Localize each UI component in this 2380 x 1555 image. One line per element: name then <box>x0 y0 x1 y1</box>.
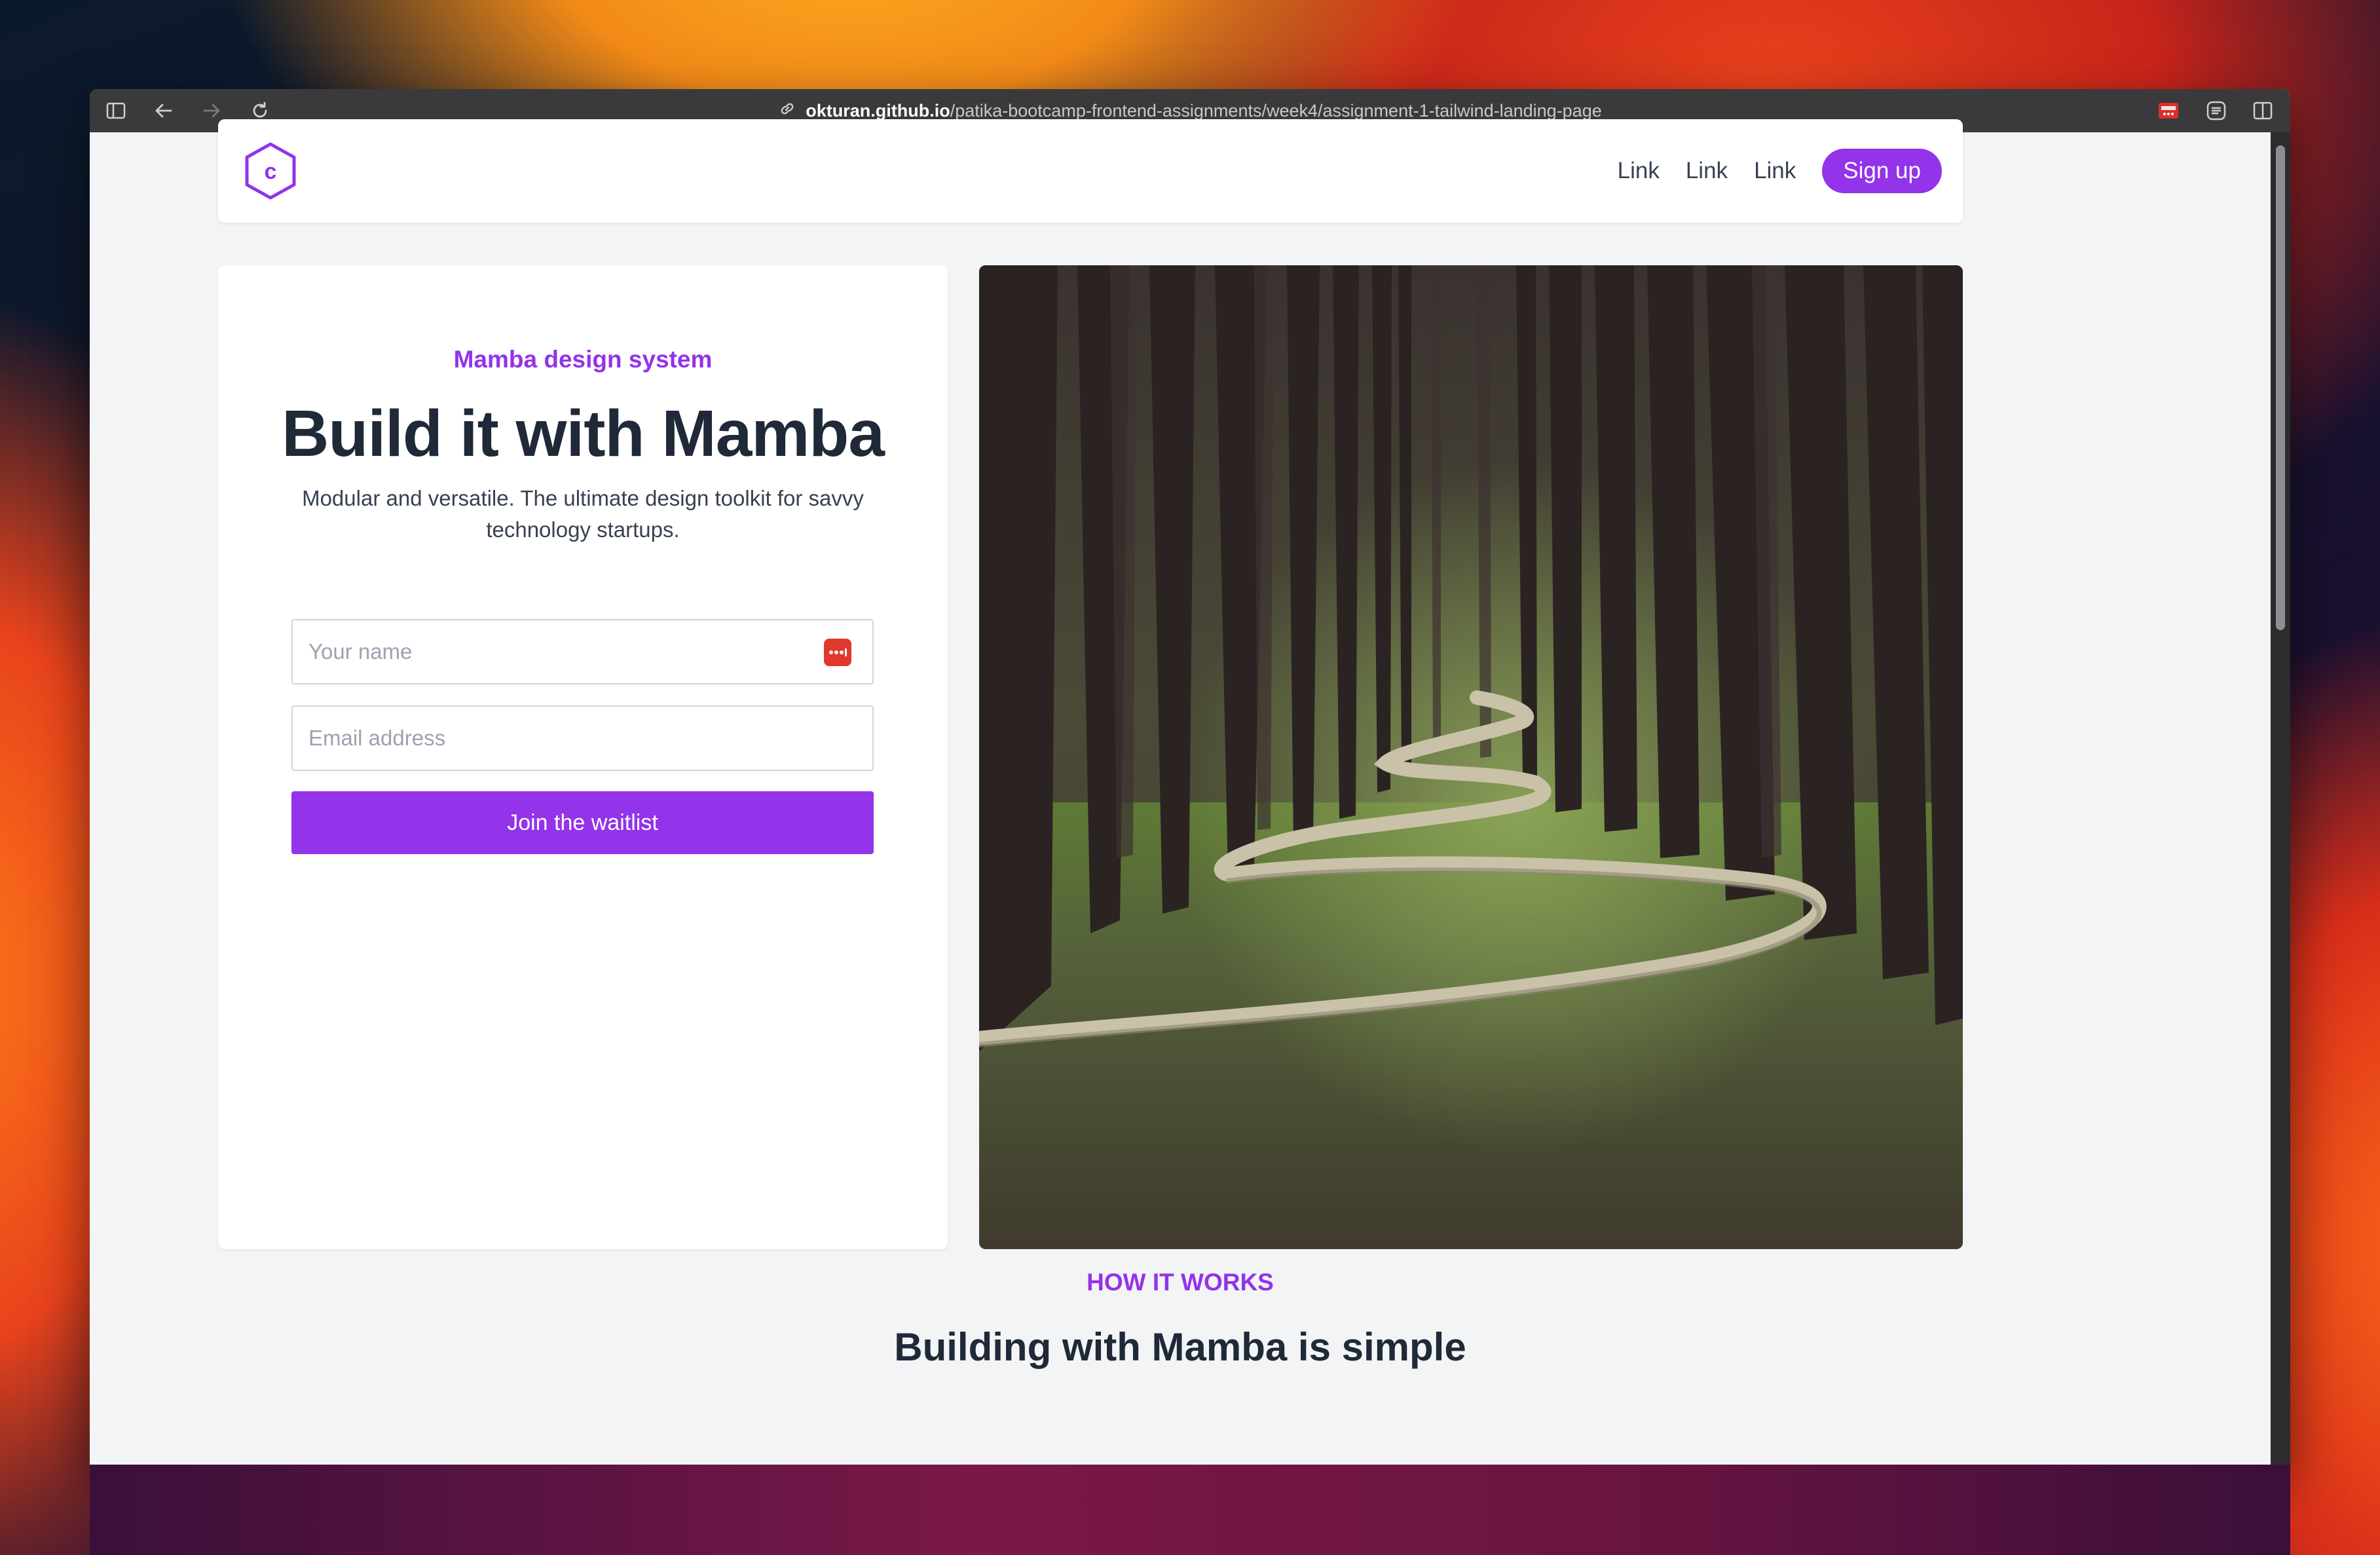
logo-icon[interactable]: c <box>240 141 301 201</box>
email-input[interactable] <box>308 726 819 751</box>
hero-title: Build it with Mamba <box>282 397 885 470</box>
how-it-works-title: Building with Mamba is simple <box>894 1325 1466 1369</box>
name-input[interactable] <box>308 639 819 664</box>
signup-button[interactable]: Sign up <box>1822 149 1942 193</box>
reader-icon[interactable] <box>2204 99 2228 122</box>
nav-links: Link Link Link Sign up <box>1618 119 1942 223</box>
name-field[interactable] <box>291 619 874 684</box>
hero-subtitle: Modular and versatile. The ultimate desi… <box>302 486 864 542</box>
hero-eyebrow: Mamba design system <box>453 346 713 373</box>
nav-link-3[interactable]: Link <box>1754 158 1796 184</box>
scrollbar[interactable] <box>2271 132 2290 1465</box>
scrollbar-thumb[interactable] <box>2276 145 2285 630</box>
hero-forest-image <box>979 265 1963 1249</box>
url-host: okturan.github.io <box>806 100 950 121</box>
split-view-icon[interactable] <box>2251 99 2275 122</box>
url-path: /patika-bootcamp-frontend-assignments/we… <box>950 100 1602 121</box>
join-waitlist-button[interactable]: Join the waitlist <box>291 791 874 854</box>
desktop-wallpaper-bottom <box>90 1465 2290 1555</box>
logo-letter: c <box>265 159 277 184</box>
how-it-works-eyebrow: HOW IT WORKS <box>1087 1269 1274 1296</box>
password-manager-icon[interactable] <box>824 639 851 666</box>
nav-link-1[interactable]: Link <box>1618 158 1660 184</box>
hero-card: Mamba design system Build it with Mamba … <box>218 265 948 1249</box>
email-field[interactable] <box>291 705 874 771</box>
nav-link-2[interactable]: Link <box>1686 158 1728 184</box>
extension-icon[interactable] <box>2157 99 2180 122</box>
site-navbar: c Link Link Link Sign up <box>218 119 1963 223</box>
